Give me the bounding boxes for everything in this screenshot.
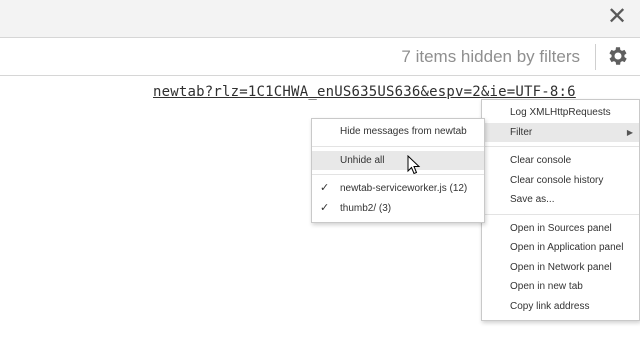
console-filter-bar: 7 items hidden by filters (0, 38, 640, 76)
menu-item-clear-console-history[interactable]: Clear console history (482, 171, 639, 191)
menu-item-label: Copy link address (510, 300, 590, 312)
menu-item-label: Save as... (510, 194, 555, 205)
menu-item-hide-messages-from-newtab[interactable]: Hide messages from newtab (312, 122, 484, 142)
menu-item-label: Open in Network panel (510, 261, 612, 273)
toolbar-divider (595, 44, 596, 70)
menu-item-clear-console[interactable]: Clear console (482, 151, 639, 171)
menu-separator (312, 145, 484, 147)
menu-item-label: Clear console (510, 155, 572, 166)
menu-item-save-as[interactable]: Save as... (482, 190, 639, 210)
menu-separator (482, 213, 639, 215)
menu-separator (482, 146, 639, 147)
menu-item-open-in-application-panel[interactable]: Open in Application panel (482, 238, 639, 258)
filter-submenu: Hide messages from newtab Unhide all ✓ n… (311, 118, 485, 223)
menu-item-open-in-network-panel[interactable]: Open in Network panel (482, 258, 639, 278)
menu-item-label: Open in Application panel (510, 242, 624, 253)
menu-item-open-in-new-tab[interactable]: Open in new tab (482, 277, 639, 297)
menu-item-newtab-serviceworker[interactable]: ✓ newtab-serviceworker.js (12) (312, 179, 484, 199)
menu-separator (312, 174, 484, 175)
submenu-arrow-icon: ▶ (626, 127, 633, 137)
checkmark-icon: ✓ (320, 182, 330, 194)
menu-item-open-in-sources-panel[interactable]: Open in Sources panel (482, 219, 639, 239)
menu-item-unhide-all[interactable]: Unhide all (312, 150, 484, 170)
menu-item-label: Hide messages from newtab (340, 126, 467, 137)
menu-item-label: Clear console history (510, 174, 604, 186)
close-icon[interactable]: ✕ (604, 3, 630, 31)
menu-item-log-xmlhttprequests[interactable]: Log XMLHttpRequests (482, 103, 639, 123)
menu-item-label: Open in Sources panel (510, 222, 612, 234)
checkmark-icon: ✓ (320, 201, 330, 214)
console-source-link[interactable]: newtab?rlz=1C1CHWA_enUS635US636&espv=2&i… (153, 84, 576, 100)
menu-item-label: Filter (510, 126, 533, 138)
mouse-pointer-icon (407, 155, 421, 175)
hidden-items-count: 7 items hidden by filters (401, 47, 580, 66)
gear-icon[interactable] (606, 44, 630, 68)
window-top-bar: ✕ (0, 0, 640, 38)
menu-item-label: Unhide all (340, 154, 385, 166)
menu-item-label: Log XMLHttpRequests (510, 107, 611, 118)
menu-item-thumb2[interactable]: ✓ thumb2/ (3) (312, 199, 484, 219)
menu-item-copy-link-address[interactable]: Copy link address (482, 297, 639, 317)
menu-item-label: Open in new tab (510, 281, 583, 292)
menu-item-label: thumb2/ (3) (340, 202, 392, 214)
console-context-menu: Log XMLHttpRequests Filter ▶ Clear conso… (481, 99, 640, 321)
menu-item-filter[interactable]: Filter ▶ (482, 122, 639, 142)
menu-item-label: newtab-serviceworker.js (12) (340, 183, 468, 194)
